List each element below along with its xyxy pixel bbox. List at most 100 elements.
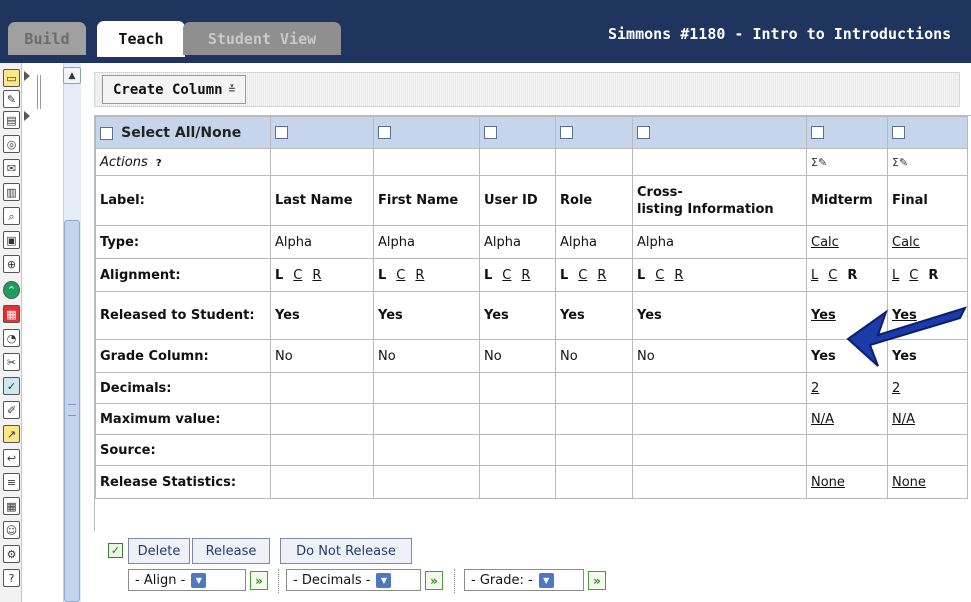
column-checkbox[interactable] [560, 126, 573, 139]
calendar-icon[interactable]: ▦ [3, 497, 20, 515]
column-checkbox[interactable] [811, 126, 824, 139]
maximum-row: Maximum value: N/A N/A [95, 403, 968, 435]
decimals-link[interactable]: 2 [887, 372, 968, 404]
maximum-link[interactable]: N/A [887, 403, 968, 435]
return-icon[interactable]: ↩ [3, 449, 20, 467]
align-select[interactable]: - Align - ▼ [128, 569, 246, 591]
actions-row: Actions ? Σ✎ Σ✎ [95, 148, 968, 176]
chevron-down-icon: ▼ [376, 572, 392, 588]
expand-arrow-icon[interactable] [24, 111, 30, 121]
apply-decimals-button[interactable]: » [425, 571, 443, 590]
released-value: Yes [555, 291, 633, 340]
tab-build[interactable]: Build [8, 22, 86, 55]
create-column-button[interactable]: Create Column ≚ [102, 75, 247, 104]
folder-icon[interactable]: ▣ [3, 231, 20, 249]
left-tool-strip: ▭ ✎ ▤ ◎ ✉ ▥ ⌕ ▣ ⊕ ⌃ ▦ ◔ ✂ ✓ ✐ ↗ ↩ ≡ ▦ ☺ … [0, 63, 57, 602]
decimals-link[interactable]: 2 [806, 372, 888, 404]
release-stats-link[interactable]: None [806, 465, 888, 499]
collapse-up-icon[interactable]: ⌃ [3, 281, 20, 299]
row-label: Alignment: [95, 258, 271, 292]
grade-column-row: Grade Column: No No No No No Yes Yes [95, 339, 968, 373]
course-title: Simmons #1180 - Intro to Introductions [608, 25, 952, 43]
help-icon[interactable]: ? [156, 158, 162, 169]
release-statistics-row: Release Statistics: None None [95, 465, 968, 499]
type-link[interactable]: Calc [806, 225, 888, 259]
row-label: Grade Column: [95, 339, 271, 373]
release-button[interactable]: Release [192, 538, 270, 564]
expand-arrow-icon[interactable] [24, 71, 30, 81]
create-column-label: Create Column [113, 81, 223, 98]
row-label: Decimals: [95, 372, 271, 404]
type-value: Alpha [479, 225, 556, 259]
grade-value: No [270, 339, 374, 373]
strip-divider [37, 75, 41, 109]
scroll-up-button[interactable]: ▲ [63, 67, 81, 84]
pin-icon[interactable]: ✎ [3, 90, 20, 108]
release-stats-link[interactable]: None [887, 465, 968, 499]
row-label: Maximum value: [95, 403, 271, 435]
column-label: First Name [373, 175, 480, 226]
column-label: Midterm [806, 175, 888, 226]
column-checkbox[interactable] [378, 126, 391, 139]
edit-pages-icon[interactable]: ✐ [3, 401, 20, 419]
chart-icon[interactable]: ↗ [3, 425, 20, 443]
help-icon[interactable]: ? [3, 569, 20, 587]
magnifier-icon[interactable]: ⌕ [3, 207, 20, 225]
column-checkbox[interactable] [275, 126, 288, 139]
column-checkbox[interactable] [484, 126, 497, 139]
released-toggle-link[interactable]: Yes [887, 291, 968, 340]
row-label: Released to Student: [95, 291, 271, 340]
label-row: Label: Last Name First Name User ID Role… [95, 175, 968, 226]
actions-label-cell: Actions ? [95, 148, 271, 176]
type-link[interactable]: Calc [887, 225, 968, 259]
list-icon[interactable]: ≡ [3, 473, 20, 491]
column-label-line: listing Information [637, 201, 774, 217]
clock-icon[interactable]: ◔ [3, 329, 20, 347]
apply-align-button[interactable]: » [250, 571, 268, 590]
compass-icon[interactable]: ◎ [3, 135, 20, 153]
scrollbar-grip [68, 404, 76, 416]
column-checkbox[interactable] [892, 126, 905, 139]
delete-button[interactable]: Delete [128, 538, 190, 564]
column-label: User ID [479, 175, 556, 226]
book-icon[interactable]: ▦ [3, 305, 20, 323]
tools-icon[interactable]: ✂ [3, 353, 20, 371]
released-toggle-link[interactable]: Yes [806, 291, 888, 340]
column-checkbox[interactable] [637, 126, 650, 139]
tab-teach[interactable]: Teach [97, 21, 185, 57]
select-all-checkbox[interactable] [100, 126, 113, 140]
column-label: Last Name [270, 175, 374, 226]
top-tab-bar: Build Teach Student View Simmons #1180 -… [0, 0, 971, 63]
grade-select-value: - Grade: - [471, 572, 533, 588]
grade-value: Yes [806, 339, 888, 373]
apply-grade-button[interactable]: » [588, 571, 606, 590]
calculate-icon[interactable]: Σ [892, 156, 899, 169]
maximum-link[interactable]: N/A [806, 403, 888, 435]
people-icon[interactable]: ☺ [3, 521, 20, 539]
chevron-down-icon: ▼ [538, 572, 554, 588]
chevron-down-icon: ▼ [191, 572, 207, 588]
document-icon[interactable]: ▤ [3, 111, 20, 129]
calculate-icon[interactable]: Σ [811, 156, 818, 169]
select-all-cell[interactable]: Select All/None [95, 116, 271, 149]
gradebook-icon[interactable]: ✓ [3, 377, 20, 395]
type-row: Type: Alpha Alpha Alpha Alpha Alpha Calc… [95, 225, 968, 259]
decimals-select[interactable]: - Decimals - ▼ [286, 569, 421, 591]
settings-icon[interactable]: ⚙ [3, 545, 20, 563]
menu-chevron-icon: ≚ [228, 83, 236, 96]
grade-select[interactable]: - Grade: - ▼ [464, 569, 584, 591]
row-label: Type: [95, 225, 271, 259]
grade-value: No [373, 339, 480, 373]
note-icon[interactable]: ▭ [3, 69, 20, 87]
released-value: Yes [270, 291, 374, 340]
row-label: Label: [95, 175, 271, 226]
do-not-release-button[interactable]: Do Not Release [280, 538, 412, 564]
tab-student-view[interactable]: Student View [183, 22, 341, 55]
select-all-label: Select All/None [121, 124, 242, 141]
grade-value: Yes [887, 339, 968, 373]
column-label: Role [555, 175, 633, 226]
pages-icon[interactable]: ▥ [3, 183, 20, 201]
envelope-icon[interactable]: ✉ [3, 159, 20, 177]
released-value: Yes [373, 291, 480, 340]
globe-icon[interactable]: ⊕ [3, 255, 20, 273]
